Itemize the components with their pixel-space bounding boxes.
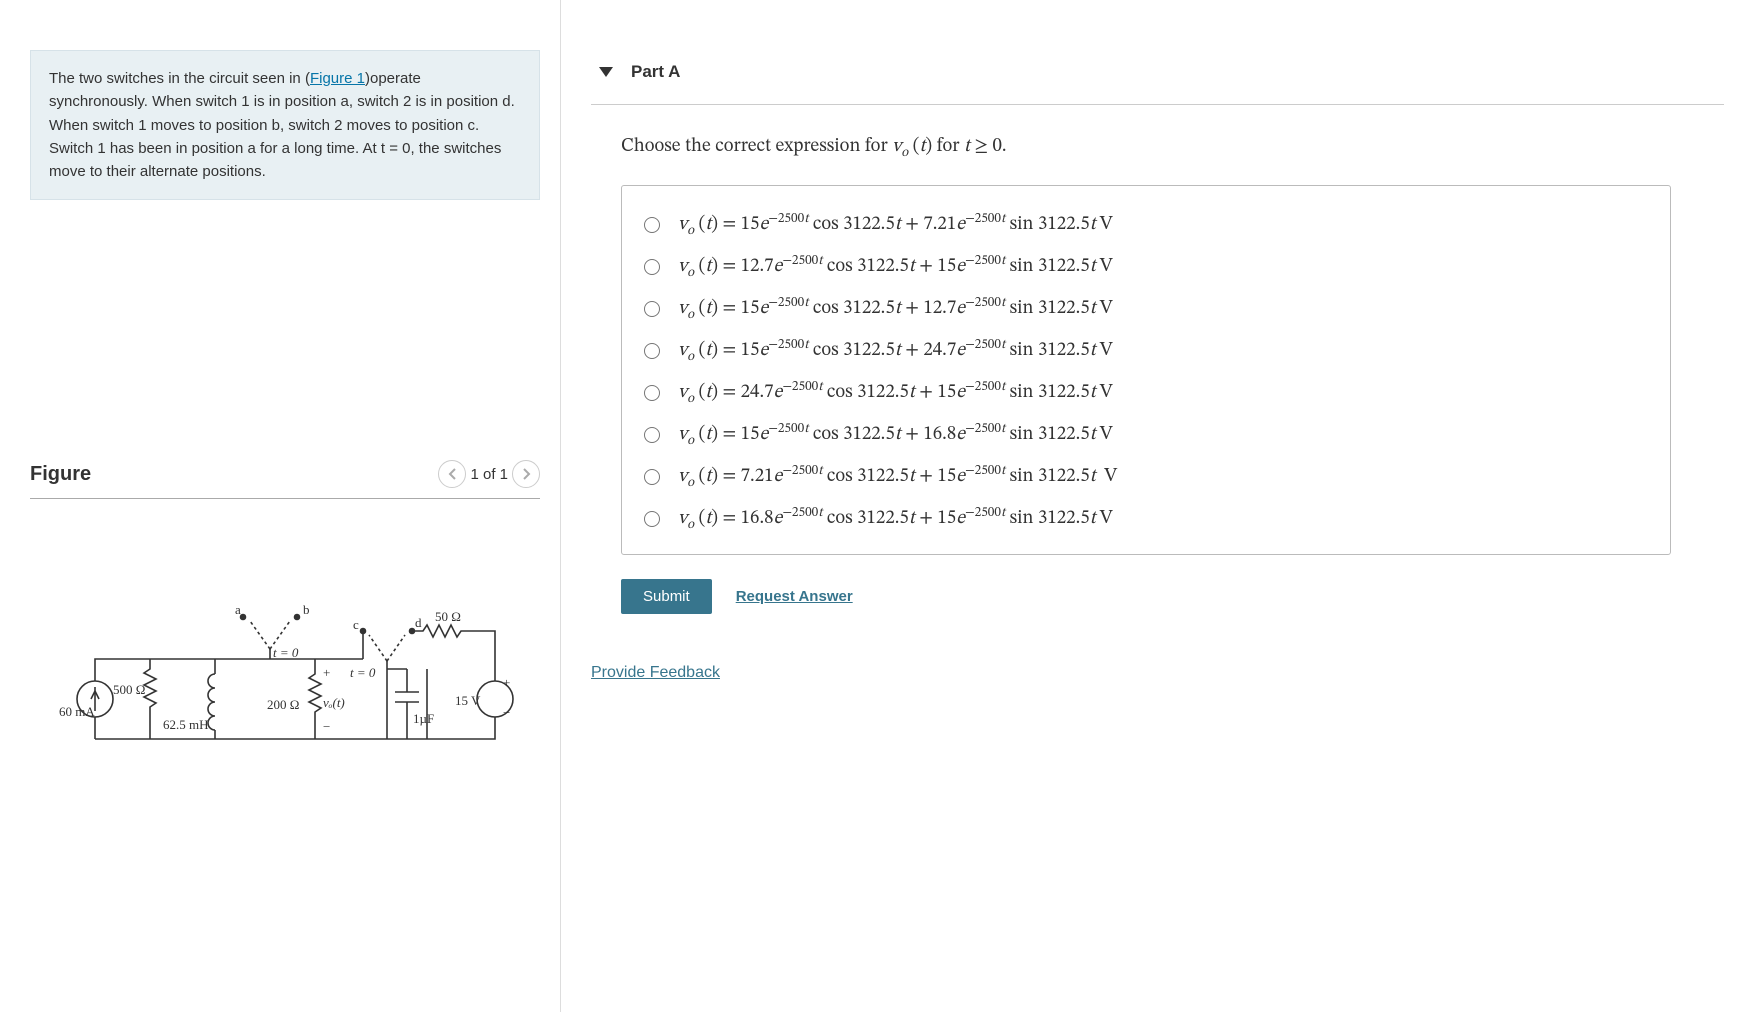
figure-next-button[interactable] [512,460,540,488]
option-text-3: vo (t) = 15e−2500t cos 3122.5t + 12.7e−2… [678,297,1113,321]
label-vplus: + [503,675,510,690]
radio-option-7[interactable] [644,469,660,485]
label-vo: vₒ(t) [323,695,345,710]
label-c1: 1µF [413,711,434,726]
figure-prev-button[interactable] [438,460,466,488]
option-text-4: vo (t) = 15e−2500t cos 3122.5t + 24.7e−2… [678,339,1113,363]
label-d: d [415,615,422,630]
option-text-8: vo (t) = 16.8e−2500t cos 3122.5t + 15e−2… [678,507,1113,531]
collapse-icon [599,67,613,77]
option-text-7: vo (t) = 7.21e−2500t cos 3122.5t + 15e−2… [678,465,1117,489]
option-text-2: vo (t) = 12.7e−2500t cos 3122.5t + 15e−2… [678,255,1113,279]
label-a: a [235,602,241,617]
problem-text-pre: The two switches in the circuit seen in … [49,70,310,87]
label-t0-1: t = 0 [273,645,299,660]
answer-option-4[interactable]: vo (t) = 15e−2500t cos 3122.5t + 24.7e−2… [644,330,1648,372]
radio-option-6[interactable] [644,427,660,443]
answer-option-3[interactable]: vo (t) = 15e−2500t cos 3122.5t + 12.7e−2… [644,288,1648,330]
problem-statement: The two switches in the circuit seen in … [30,50,540,200]
option-text-1: vo (t) = 15e−2500t cos 3122.5t + 7.21e−2… [678,213,1113,237]
answer-option-8[interactable]: vo (t) = 16.8e−2500t cos 3122.5t + 15e−2… [644,498,1648,540]
figure-title: Figure [30,463,91,486]
answer-option-7[interactable]: vo (t) = 7.21e−2500t cos 3122.5t + 15e−2… [644,456,1648,498]
provide-feedback-link[interactable]: Provide Feedback [591,664,720,682]
label-l625: 62.5 mH [163,717,209,732]
radio-option-2[interactable] [644,259,660,275]
label-r200: 200 Ω [267,697,299,712]
option-text-5: vo (t) = 24.7e−2500t cos 3122.5t + 15e−2… [678,381,1113,405]
chevron-left-icon [448,468,457,480]
radio-option-5[interactable] [644,385,660,401]
label-plus: + [323,665,330,680]
part-title: Part A [631,62,680,82]
question-prompt: Choose the correct expression for vo (t)… [621,135,1724,159]
radio-option-1[interactable] [644,217,660,233]
answer-option-2[interactable]: vo (t) = 12.7e−2500t cos 3122.5t + 15e−2… [644,246,1648,288]
radio-option-4[interactable] [644,343,660,359]
submit-button[interactable]: Submit [621,579,712,614]
figure-pager: 1 of 1 [470,466,508,483]
label-v15: 15 V [455,693,481,708]
option-text-6: vo (t) = 15e−2500t cos 3122.5t + 16.8e−2… [678,423,1113,447]
label-minus: − [323,719,330,734]
request-answer-link[interactable]: Request Answer [736,588,853,605]
radio-option-3[interactable] [644,301,660,317]
label-t0-2: t = 0 [350,665,376,680]
chevron-right-icon [522,468,531,480]
radio-option-8[interactable] [644,511,660,527]
figure-link[interactable]: Figure 1 [310,70,365,87]
figure-header: Figure 1 of 1 [30,460,540,499]
label-r50: 50 Ω [435,609,461,624]
answer-option-6[interactable]: vo (t) = 15e−2500t cos 3122.5t + 16.8e−2… [644,414,1648,456]
answer-option-1[interactable]: vo (t) = 15e−2500t cos 3122.5t + 7.21e−2… [644,204,1648,246]
circuit-figure: a b c d 500 Ω 60 mA 62.5 mH t = 0 t = 0 … [30,579,540,779]
label-c: c [353,617,359,632]
label-r500: 500 Ω [113,682,145,697]
answer-option-5[interactable]: vo (t) = 24.7e−2500t cos 3122.5t + 15e−2… [644,372,1648,414]
part-a-header[interactable]: Part A [591,40,1724,105]
label-i60: 60 mA [59,704,95,719]
label-vminus: − [503,705,510,720]
label-b: b [303,602,310,617]
answer-options: vo (t) = 15e−2500t cos 3122.5t + 7.21e−2… [621,185,1671,555]
